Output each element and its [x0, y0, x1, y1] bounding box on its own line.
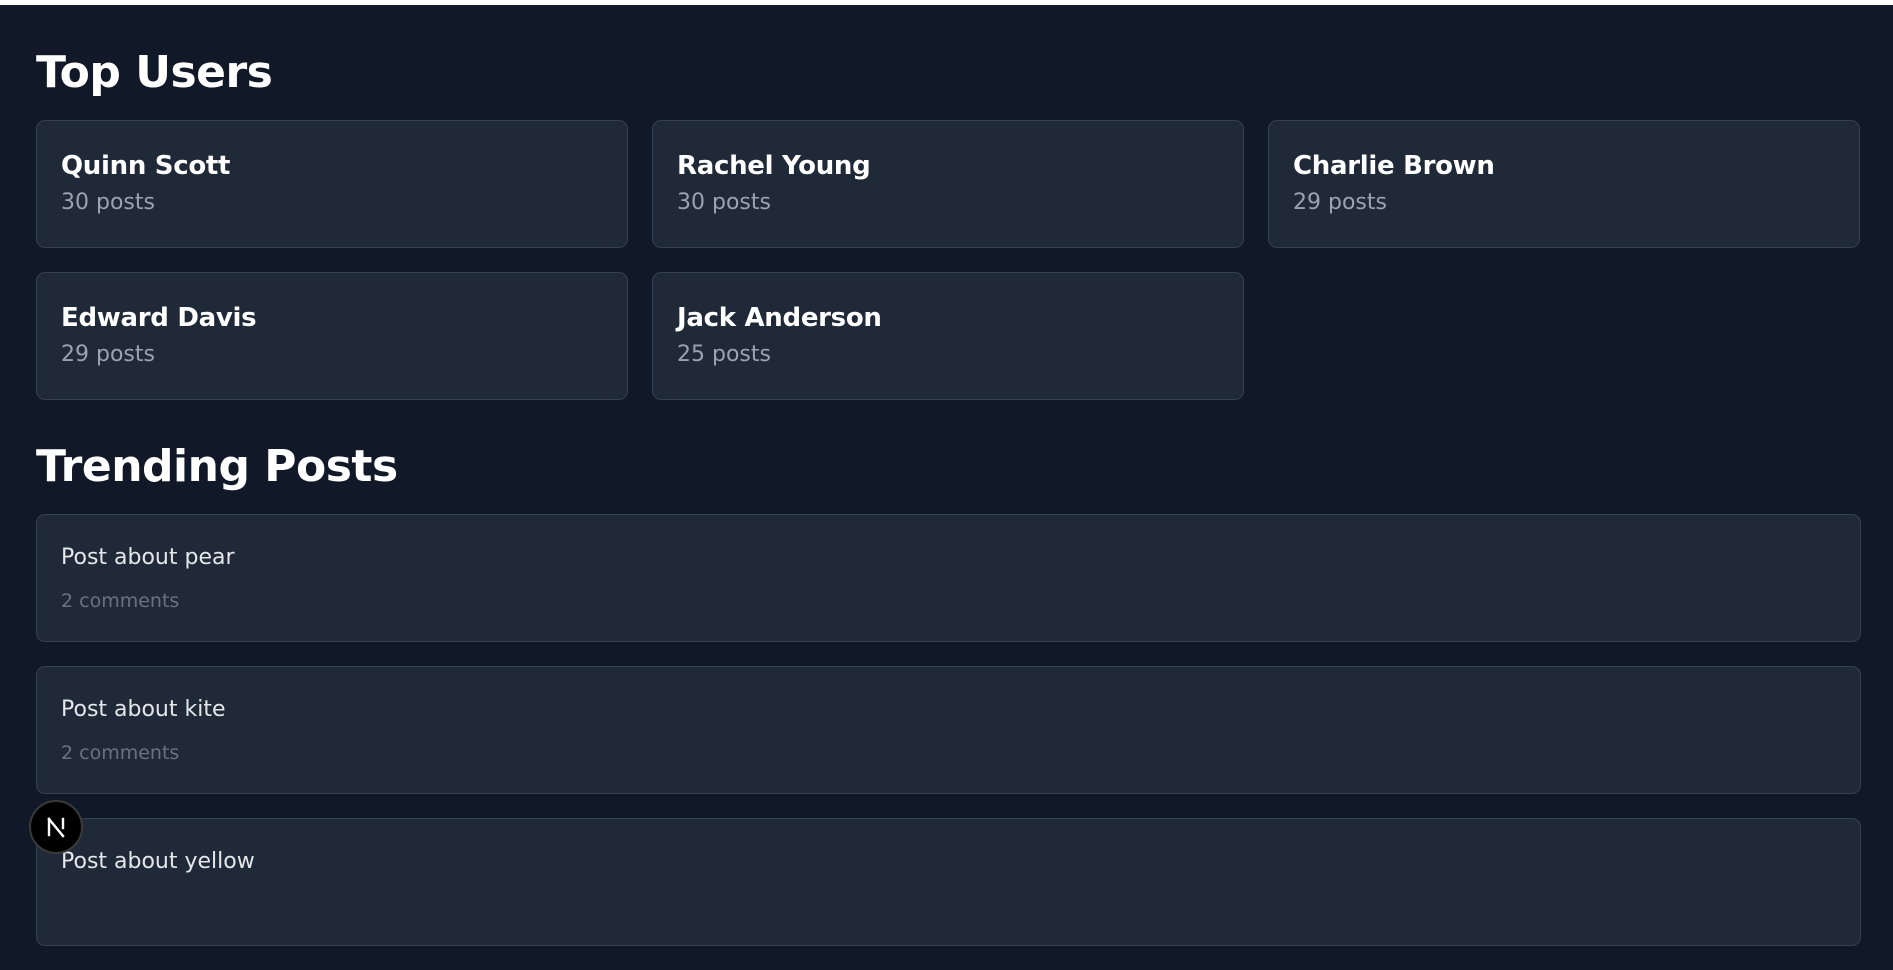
user-name: Edward Davis	[61, 303, 257, 333]
nextjs-dev-indicator-button[interactable]	[29, 800, 83, 854]
user-name: Rachel Young	[677, 151, 871, 181]
user-post-count: 30 posts	[677, 190, 771, 216]
post-card[interactable]: Post about kite 2 comments	[36, 666, 1861, 794]
user-post-count: 25 posts	[677, 342, 771, 368]
post-title: Post about yellow	[61, 849, 255, 874]
user-card[interactable]: Jack Anderson 25 posts	[652, 272, 1244, 400]
post-title: Post about pear	[61, 545, 235, 570]
post-card[interactable]: Post about yellow	[36, 818, 1861, 946]
post-card[interactable]: Post about pear 2 comments	[36, 514, 1861, 642]
user-card[interactable]: Quinn Scott 30 posts	[36, 120, 628, 248]
user-post-count: 30 posts	[61, 190, 155, 216]
top-users-grid: Quinn Scott 30 posts Rachel Young 30 pos…	[36, 120, 1860, 400]
user-name: Jack Anderson	[677, 303, 882, 333]
user-card[interactable]: Edward Davis 29 posts	[36, 272, 628, 400]
post-comment-count: 2 comments	[61, 590, 180, 613]
user-name: Charlie Brown	[1293, 151, 1495, 181]
nextjs-logo-icon	[47, 817, 65, 838]
post-title: Post about kite	[61, 697, 226, 722]
trending-posts-heading: Trending Posts	[36, 441, 398, 492]
user-name: Quinn Scott	[61, 151, 231, 181]
user-card[interactable]: Rachel Young 30 posts	[652, 120, 1244, 248]
user-card[interactable]: Charlie Brown 29 posts	[1268, 120, 1860, 248]
user-post-count: 29 posts	[61, 342, 155, 368]
post-comment-count: 2 comments	[61, 742, 180, 765]
user-post-count: 29 posts	[1293, 190, 1387, 216]
trending-posts-list: Post about pear 2 comments Post about ki…	[36, 514, 1861, 970]
top-edge-bar	[0, 0, 1893, 5]
top-users-heading: Top Users	[36, 47, 273, 98]
